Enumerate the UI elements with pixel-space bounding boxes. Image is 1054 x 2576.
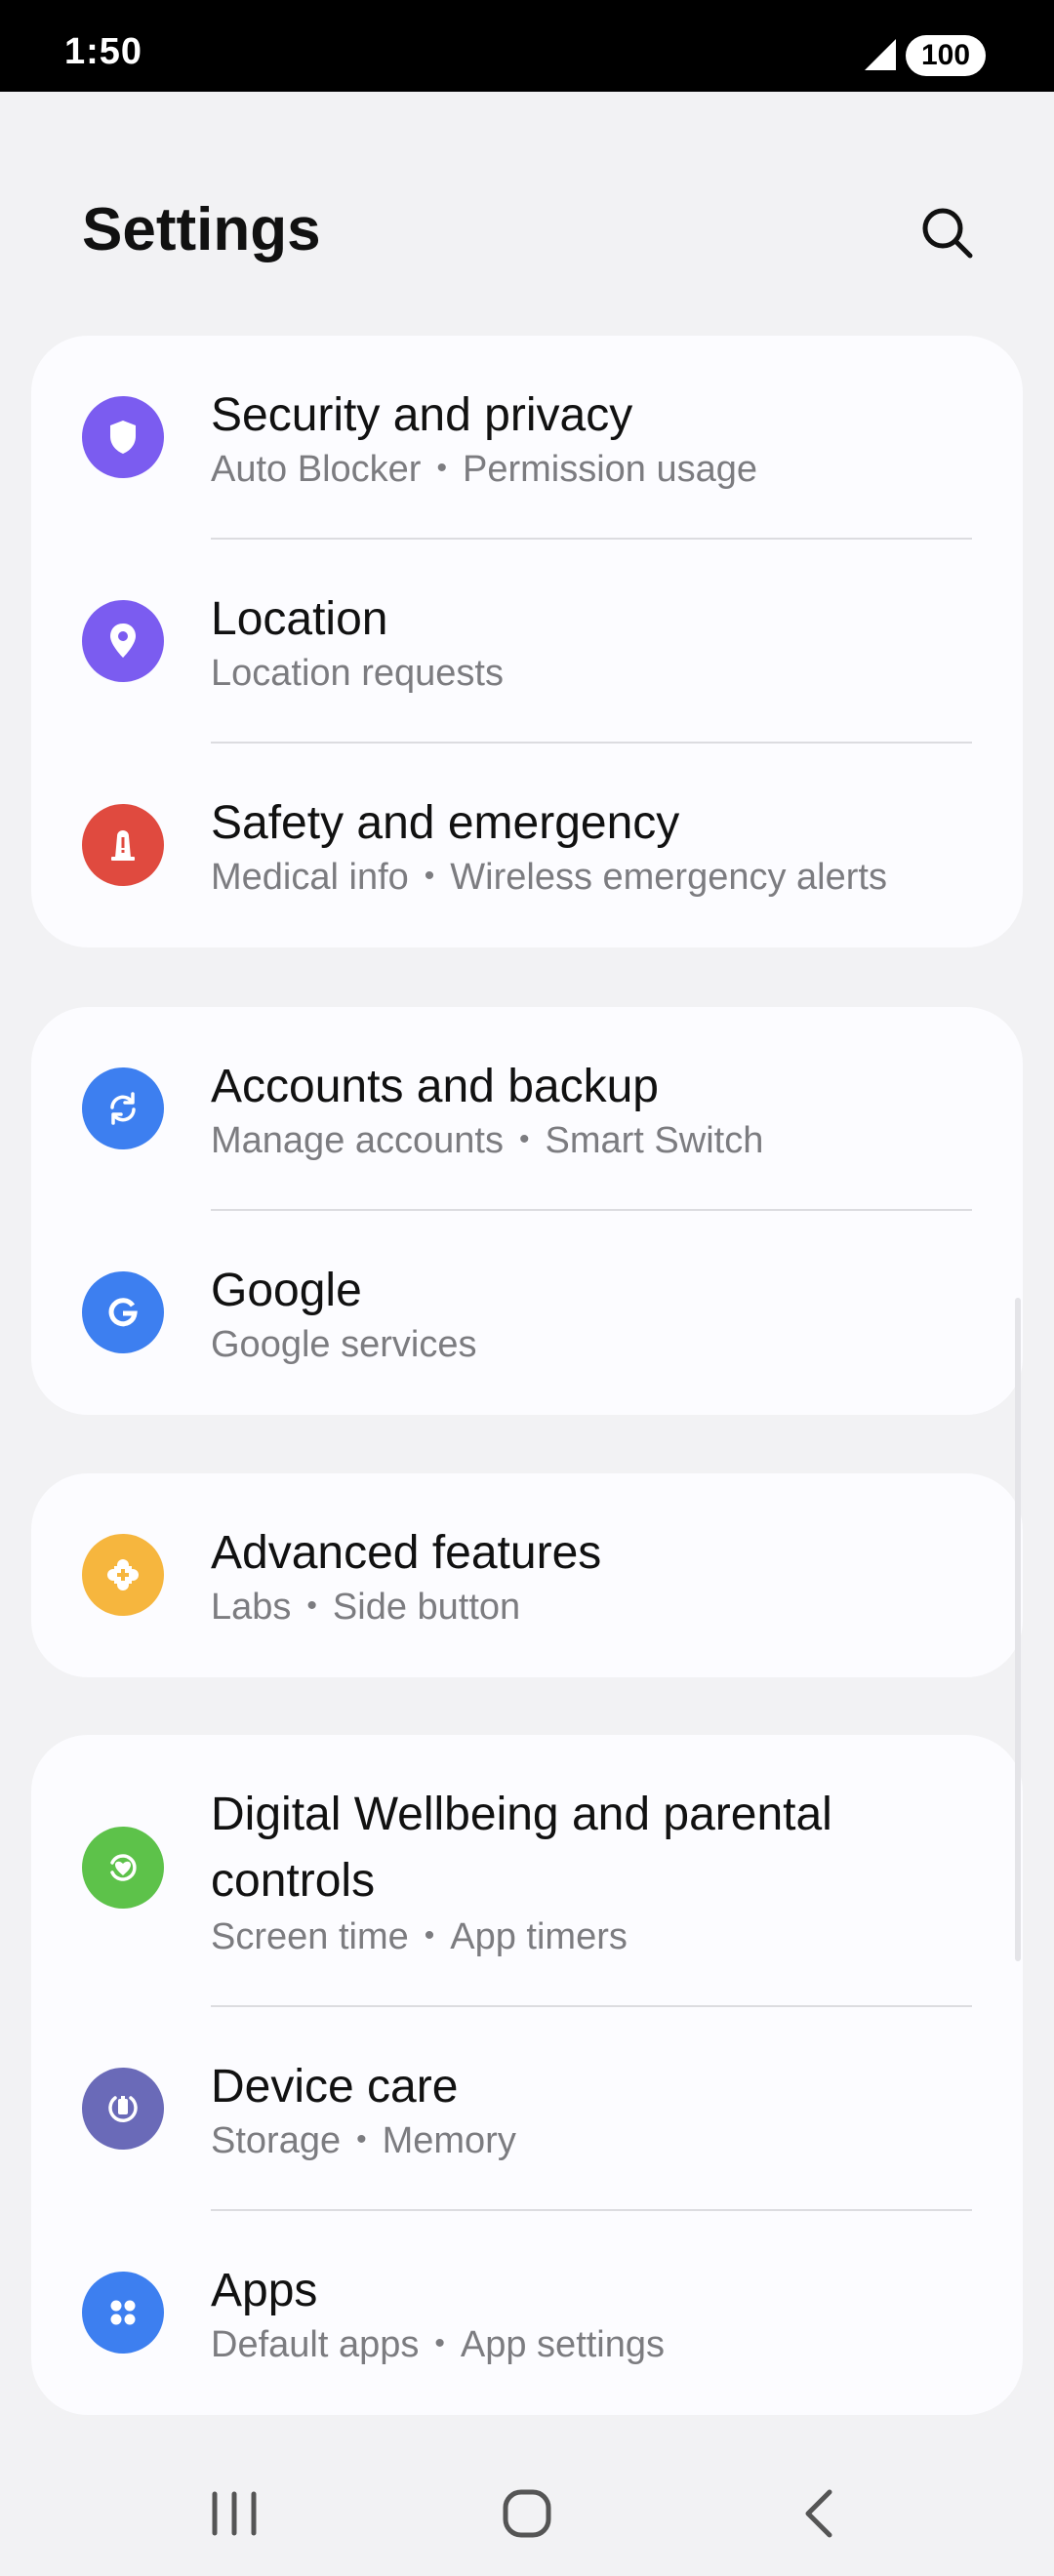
row-title: Location <box>211 593 388 645</box>
separator-dot: • <box>424 1919 435 1952</box>
apps-icon <box>82 2272 164 2354</box>
row-subtitle: Medical info • Wireless emergency alerts <box>211 857 887 899</box>
row-title: Security and privacy <box>211 389 633 441</box>
row-subtitle: Storage • Memory <box>211 2120 516 2162</box>
settings-group-3: Advanced features Labs • Side button <box>31 1473 1023 1677</box>
row-subtitle: Google services <box>211 1324 476 1366</box>
search-icon <box>922 208 973 259</box>
subtitle-part: Wireless emergency alerts <box>450 857 887 898</box>
settings-item-advanced-features[interactable]: Advanced features Labs • Side button <box>31 1473 1023 1677</box>
settings-item-device-care[interactable]: Device care Storage • Memory <box>31 2007 1023 2211</box>
subtitle-part: Google services <box>211 1324 477 1365</box>
separator-dot: • <box>518 1123 530 1155</box>
separator-dot: • <box>424 860 435 892</box>
settings-group-2: Accounts and backup Manage accounts • Smar… <box>31 1007 1023 1415</box>
row-title: Safety and emergency <box>211 797 680 849</box>
subtitle-part: Memory <box>382 2120 516 2161</box>
subtitle-part: Manage accounts <box>211 1120 504 1161</box>
settings-item-apps[interactable]: Apps Default apps • App settings <box>31 2211 1023 2415</box>
scrollbar[interactable] <box>1015 1298 1021 1961</box>
row-title: Advanced features <box>211 1527 602 1579</box>
settings-item-digital-wellbeing[interactable]: Digital Wellbeing and parental controls … <box>31 1735 1023 2007</box>
battery-level: 100 <box>906 35 986 76</box>
settings-item-safety-and-emergency[interactable]: Safety and emergency Medical info • Wirele… <box>31 744 1023 947</box>
subtitle-part: Medical info <box>211 857 409 898</box>
subtitle-part: Side button <box>332 1587 521 1628</box>
row-subtitle: Default apps • App settings <box>211 2324 665 2366</box>
google-icon <box>82 1271 164 1353</box>
home-icon[interactable] <box>488 2475 566 2553</box>
recent-apps-icon[interactable] <box>195 2475 273 2553</box>
emergency-icon <box>82 804 164 886</box>
subtitle-part: Labs <box>211 1587 292 1628</box>
row-subtitle: Labs • Side button <box>211 1587 520 1629</box>
subtitle-part: Auto Blocker <box>211 449 422 490</box>
row-subtitle: Manage accounts • Smart Switch <box>211 1120 763 1162</box>
row-title: Google <box>211 1265 362 1316</box>
row-title: Accounts and backup <box>211 1061 659 1112</box>
subtitle-part: Smart Switch <box>545 1120 764 1161</box>
status-time: 1:50 <box>64 31 143 72</box>
row-title: Digital Wellbeing and parental controls <box>211 1789 832 1907</box>
subtitle-part: Storage <box>211 2120 342 2161</box>
header: Settings <box>0 92 1054 336</box>
puzzle-icon <box>82 1534 164 1616</box>
settings-group-1: Security and privacy Auto Blocker • Permis… <box>31 336 1023 947</box>
row-subtitle: Auto Blocker • Permission usage <box>211 449 757 491</box>
subtitle-part: App timers <box>450 1916 628 1957</box>
row-title: Apps <box>211 2265 318 2316</box>
back-icon[interactable] <box>781 2475 859 2553</box>
navigation-bar <box>0 2449 1054 2576</box>
separator-dot: • <box>306 1590 317 1622</box>
device-care-icon <box>82 2068 164 2150</box>
subtitle-part: App settings <box>460 2324 666 2365</box>
sync-icon <box>82 1067 164 1149</box>
page-title: Settings <box>82 196 321 263</box>
row-subtitle: Location requests <box>211 653 504 695</box>
settings-item-accounts-and-backup[interactable]: Accounts and backup Manage accounts • Smar… <box>31 1007 1023 1211</box>
location-pin-icon <box>82 600 164 682</box>
subtitle-part: Location requests <box>211 653 504 694</box>
signal-icon <box>865 39 896 70</box>
separator-dot: • <box>434 2327 445 2359</box>
separator-dot: • <box>356 2123 367 2155</box>
wellbeing-icon <box>82 1827 164 1909</box>
settings-item-location[interactable]: Location Location requests <box>31 540 1023 744</box>
separator-dot: • <box>436 452 447 484</box>
settings-item-security-and-privacy[interactable]: Security and privacy Auto Blocker • Permis… <box>31 336 1023 540</box>
row-title: Device care <box>211 2061 459 2113</box>
row-subtitle: Screen time • App timers <box>211 1916 628 1958</box>
subtitle-part: Screen time <box>211 1916 409 1957</box>
shield-icon <box>82 396 164 478</box>
status-bar: 1:50 100 <box>0 0 1054 92</box>
settings-group-4: Digital Wellbeing and parental controls … <box>31 1735 1023 2415</box>
subtitle-part: Default apps <box>211 2324 420 2365</box>
settings-item-google[interactable]: Google Google services <box>31 1211 1023 1415</box>
search-button[interactable] <box>913 199 982 267</box>
subtitle-part: Permission usage <box>462 449 758 490</box>
